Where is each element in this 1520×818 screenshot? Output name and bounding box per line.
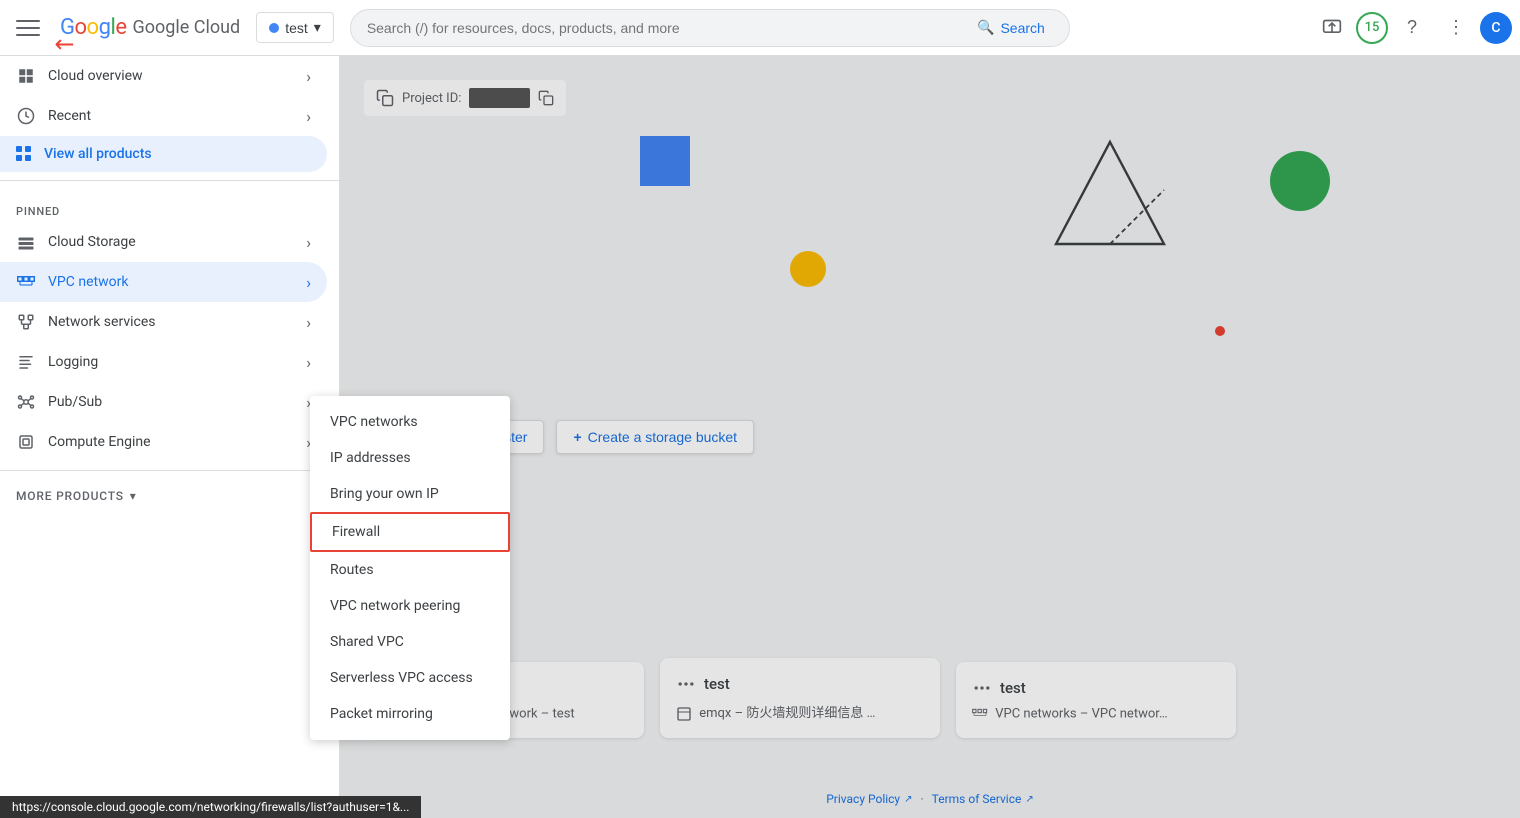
- google-cloud-logo: Google Google Cloud: [60, 15, 240, 40]
- sidebar-item-network-services[interactable]: Network services ›: [0, 302, 327, 342]
- cloud-wordmark: Google Cloud: [132, 17, 240, 38]
- grid-icon: [16, 146, 32, 162]
- notifications-badge[interactable]: 15: [1356, 12, 1388, 44]
- topbar: ↙ Google Google Cloud test ▾ 🔍 Search 15…: [0, 0, 1520, 56]
- logging-label: Logging: [48, 354, 98, 370]
- overlay: [340, 56, 1520, 818]
- more-products-label: MORE PRODUCTS: [16, 489, 124, 503]
- recent-label: Recent: [48, 108, 91, 124]
- submenu-item-vpc-networks[interactable]: VPC networks: [310, 404, 510, 440]
- more-options-button[interactable]: ⋮: [1436, 8, 1476, 48]
- sidebar-item-recent[interactable]: Recent ›: [0, 96, 327, 136]
- sidebar-item-vpc-network[interactable]: VPC network ›: [0, 262, 327, 302]
- help-button[interactable]: ?: [1392, 8, 1432, 48]
- cloud-shell-button[interactable]: [1312, 8, 1352, 48]
- compute-engine-label: Compute Engine: [48, 434, 151, 450]
- dashboard-icon: [16, 66, 36, 86]
- menu-button[interactable]: [8, 8, 48, 48]
- logging-icon: [16, 352, 36, 372]
- compute-icon: [16, 432, 36, 452]
- more-products-button[interactable]: MORE PRODUCTS ▾: [0, 479, 339, 513]
- vpc-network-label: VPC network: [48, 274, 128, 290]
- pinned-section-label: PINNED: [0, 189, 339, 222]
- network-services-icon: [16, 312, 36, 332]
- chevron-right-icon: ›: [306, 233, 311, 252]
- chevron-down-icon: ▾: [130, 489, 137, 503]
- divider: [0, 180, 339, 181]
- view-all-label: View all products: [44, 146, 152, 162]
- search-icon: 🔍: [977, 19, 994, 36]
- storage-icon: [16, 232, 36, 252]
- view-all-products-button[interactable]: View all products: [0, 136, 327, 172]
- search-input[interactable]: [367, 20, 969, 36]
- sidebar-item-logging[interactable]: Logging ›: [0, 342, 327, 382]
- submenu-item-firewall[interactable]: Firewall: [310, 512, 510, 552]
- submenu-item-routes[interactable]: Routes: [310, 552, 510, 588]
- search-label: Search: [1000, 20, 1044, 36]
- dropdown-arrow-icon: ▾: [314, 19, 321, 36]
- vpc-submenu: VPC networks IP addresses Bring your own…: [310, 396, 510, 740]
- sidebar: Cloud overview › Recent › View all produ…: [0, 56, 340, 818]
- sidebar-item-compute-engine[interactable]: Compute Engine ›: [0, 422, 327, 462]
- submenu-item-serverless-vpc[interactable]: Serverless VPC access: [310, 660, 510, 696]
- chevron-right-icon: ›: [306, 273, 311, 292]
- project-dot-icon: [269, 23, 279, 33]
- pub-sub-label: Pub/Sub: [48, 394, 102, 410]
- user-avatar[interactable]: C: [1480, 12, 1512, 44]
- chevron-right-icon: ›: [306, 353, 311, 372]
- status-url: https://console.cloud.google.com/network…: [12, 800, 409, 814]
- topbar-icons: 15 ? ⋮ C: [1312, 8, 1512, 48]
- pubsub-icon: [16, 392, 36, 412]
- notif-count: 15: [1365, 20, 1380, 35]
- cloud-storage-label: Cloud Storage: [48, 234, 136, 250]
- submenu-item-packet-mirroring[interactable]: Packet mirroring: [310, 696, 510, 732]
- project-selector[interactable]: test ▾: [256, 12, 334, 43]
- submenu-item-bring-your-own-ip[interactable]: Bring your own IP: [310, 476, 510, 512]
- search-bar: 🔍 Search: [350, 9, 1070, 47]
- sidebar-item-cloud-storage[interactable]: Cloud Storage ›: [0, 222, 327, 262]
- sidebar-item-pub-sub[interactable]: Pub/Sub ›: [0, 382, 327, 422]
- status-bar: https://console.cloud.google.com/network…: [0, 796, 421, 818]
- chevron-right-icon: ›: [306, 67, 311, 86]
- submenu-item-ip-addresses[interactable]: IP addresses: [310, 440, 510, 476]
- main-layout: Cloud overview › Recent › View all produ…: [0, 56, 1520, 818]
- project-name: test: [285, 20, 308, 36]
- chevron-right-icon: ›: [306, 107, 311, 126]
- submenu-item-vpc-network-peering[interactable]: VPC network peering: [310, 588, 510, 624]
- clock-icon: [16, 106, 36, 126]
- cloud-overview-label: Cloud overview: [48, 68, 143, 84]
- network-services-label: Network services: [48, 314, 156, 330]
- chevron-right-icon: ›: [306, 313, 311, 332]
- search-button[interactable]: 🔍 Search: [969, 15, 1053, 40]
- divider-2: [0, 470, 339, 471]
- submenu-item-shared-vpc[interactable]: Shared VPC: [310, 624, 510, 660]
- content-area: Project ID: ████ + Create a GKE cluster …: [340, 56, 1520, 818]
- avatar-letter: C: [1491, 20, 1500, 36]
- sidebar-item-cloud-overview[interactable]: Cloud overview ›: [0, 56, 327, 96]
- vpc-icon: [16, 272, 36, 292]
